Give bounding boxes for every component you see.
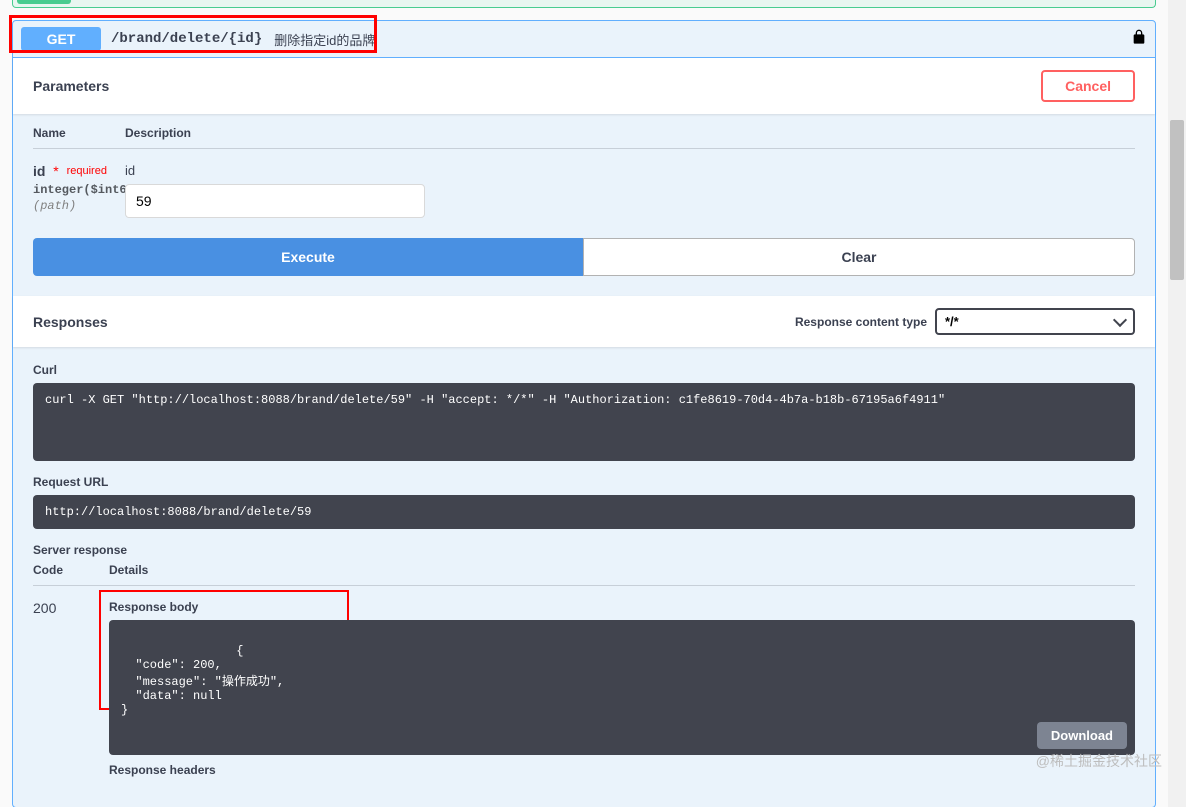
parameter-row: id * required integer($int64) (path) id xyxy=(33,157,1135,218)
opblock-summary[interactable]: GET /brand/delete/{id} 删除指定id的品牌 xyxy=(13,21,1155,58)
opblock-get: GET /brand/delete/{id} 删除指定id的品牌 Paramet… xyxy=(12,20,1156,807)
content-type-label: Response content type xyxy=(795,315,927,329)
code-header: Code xyxy=(33,563,109,577)
request-url-title: Request URL xyxy=(33,475,1135,489)
column-desc-header: Description xyxy=(125,126,191,140)
response-code: 200 xyxy=(33,596,109,777)
vertical-scrollbar[interactable] xyxy=(1168,0,1186,807)
column-name-header: Name xyxy=(33,126,125,140)
responses-header: Responses Response content type */* xyxy=(13,296,1155,347)
scrollbar-thumb[interactable] xyxy=(1170,120,1184,280)
download-button[interactable]: Download xyxy=(1037,722,1127,749)
response-body-title: Response body xyxy=(109,596,1135,614)
cancel-button[interactable]: Cancel xyxy=(1041,70,1135,102)
required-text: required xyxy=(67,165,107,177)
param-desc-label: id xyxy=(125,163,1135,178)
responses-title: Responses xyxy=(33,314,795,330)
previous-opblock-edge xyxy=(12,0,1156,8)
request-url[interactable]: http://localhost:8088/brand/delete/59 xyxy=(33,495,1135,529)
execute-button[interactable]: Execute xyxy=(33,238,583,276)
content-type-select[interactable]: */* xyxy=(935,308,1135,335)
endpoint-summary: 删除指定id的品牌 xyxy=(274,30,375,49)
param-type: integer($int64) xyxy=(33,183,125,197)
parameters-header: Parameters Cancel xyxy=(13,58,1155,114)
server-response-title: Server response xyxy=(33,543,1135,557)
required-star: * xyxy=(49,163,58,179)
parameters-title: Parameters xyxy=(33,78,1041,94)
param-in: (path) xyxy=(33,199,125,213)
curl-title: Curl xyxy=(33,363,1135,377)
response-body[interactable]: { "code": 200, "message": "操作成功", "data"… xyxy=(109,620,1135,755)
endpoint-path: /brand/delete/{id} xyxy=(111,31,262,47)
clear-button[interactable]: Clear xyxy=(583,238,1135,276)
details-header: Details xyxy=(109,563,148,577)
lock-icon[interactable] xyxy=(1131,29,1147,50)
param-name: id xyxy=(33,163,45,179)
curl-command[interactable]: curl -X GET "http://localhost:8088/brand… xyxy=(33,383,1135,461)
param-input[interactable] xyxy=(125,184,425,218)
response-body-text: { "code": 200, "message": "操作成功", "data"… xyxy=(121,644,284,717)
response-headers-title: Response headers xyxy=(109,763,1135,777)
http-method-badge: GET xyxy=(21,27,101,51)
